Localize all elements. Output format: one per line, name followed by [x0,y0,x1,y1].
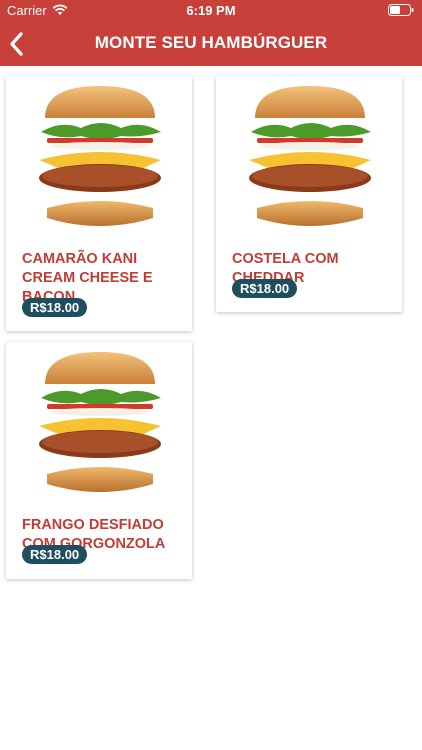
product-card[interactable]: FRANGO DESFIADO COM GORGONZOLA R$18.00 [6,342,192,579]
nav-bar: MONTE SEU HAMBÚRGUER [0,22,422,66]
burger-image [241,84,379,234]
price-badge: R$18.00 [22,545,88,564]
app-header: Carrier 6:19 PM MONTE SEU HAMBÚRGUER [0,0,422,66]
product-card[interactable]: CAMARÃO KANI CREAM CHEESE E BACON R$18.0… [6,76,192,331]
status-bar: Carrier 6:19 PM [0,0,422,22]
product-card[interactable]: COSTELA COM CHEDDAR R$18.00 [216,76,402,312]
battery-icon [388,4,414,19]
burger-image [31,350,169,500]
page-title: MONTE SEU HAMBÚRGUER [94,33,328,52]
clock: 6:19 PM [186,3,236,18]
price-badge: R$18.00 [232,279,298,298]
price-badge: R$18.00 [22,298,88,317]
burger-image [31,84,169,234]
